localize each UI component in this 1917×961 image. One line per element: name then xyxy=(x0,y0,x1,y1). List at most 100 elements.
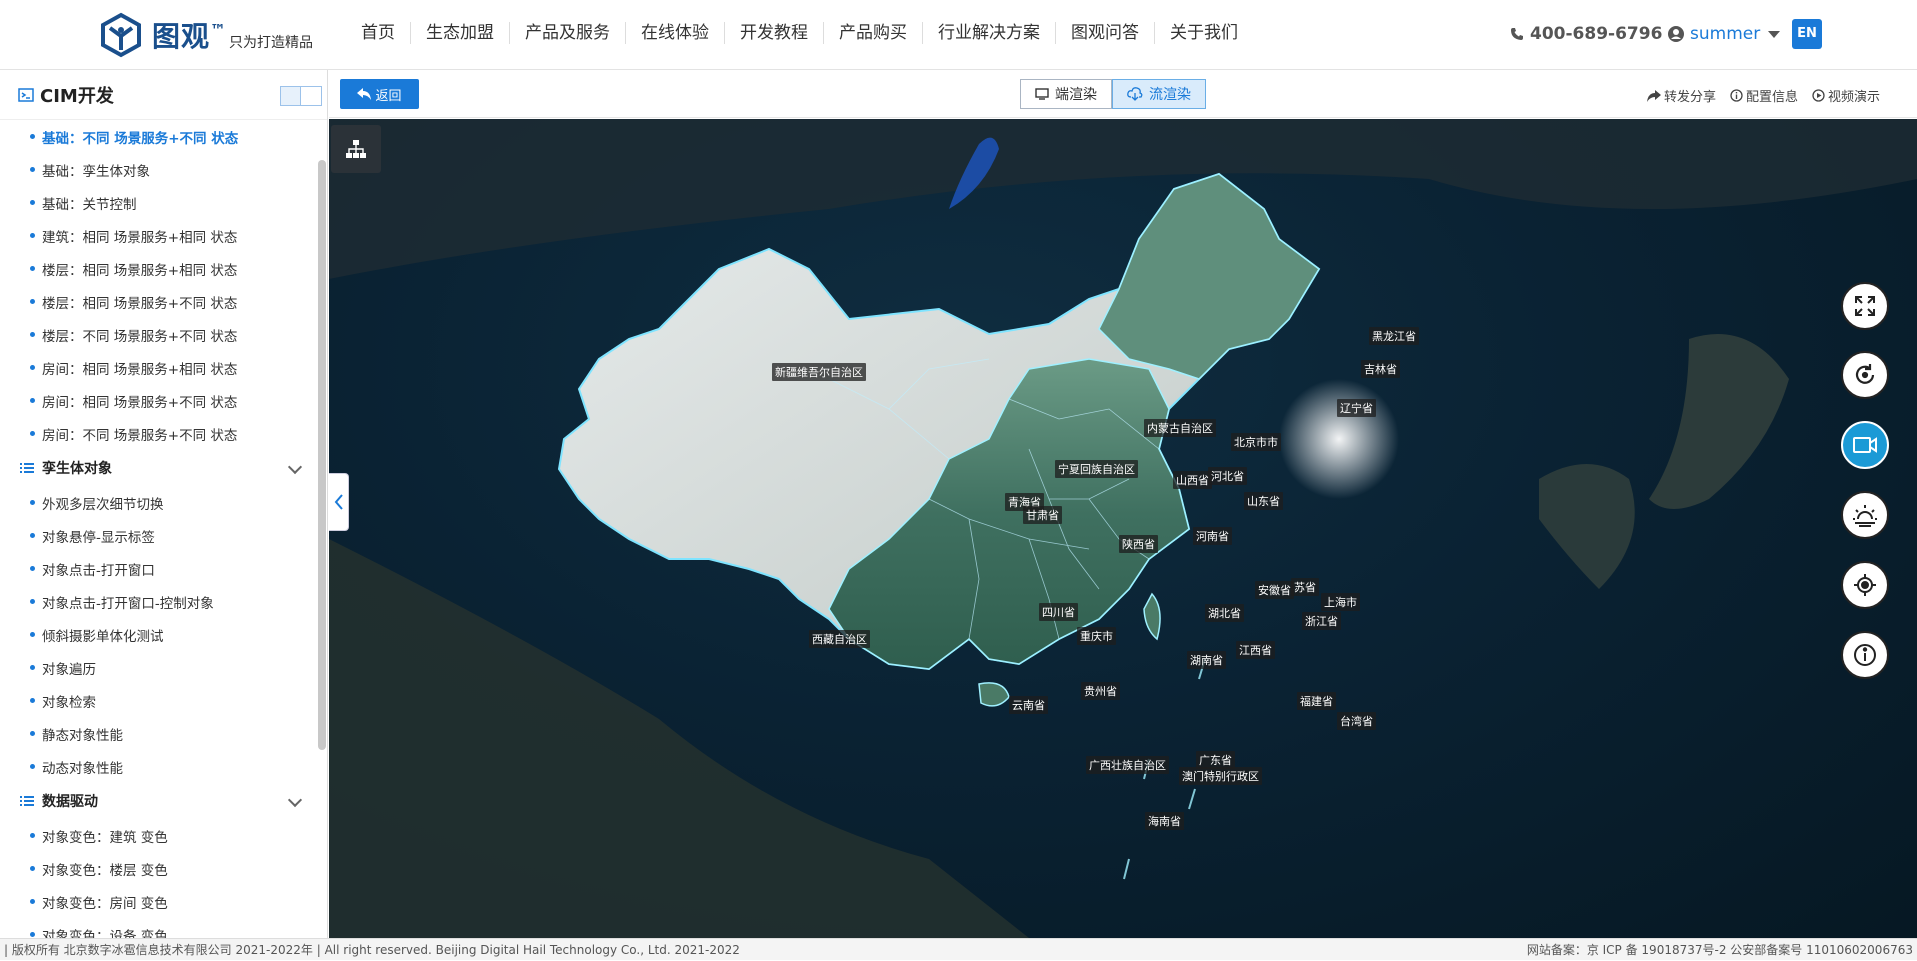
sidebar-item[interactable]: 对象点击-打开窗口 xyxy=(0,552,318,585)
sidebar-group-data-driven[interactable]: 数据驱动 xyxy=(0,783,318,819)
bullet-icon xyxy=(30,500,35,505)
bullet-icon xyxy=(30,764,35,769)
sidebar-item[interactable]: 基础：关节控制 xyxy=(0,186,318,219)
province-label[interactable]: 浙江省 xyxy=(1302,612,1341,630)
menu-item-qa[interactable]: 图观问答 xyxy=(1056,22,1155,44)
province-label[interactable]: 上海市 xyxy=(1321,593,1360,611)
sidebar-item[interactable]: 对象检索 xyxy=(0,684,318,717)
province-label[interactable]: 河北省 xyxy=(1208,467,1247,485)
chevron-down-icon xyxy=(287,459,303,475)
sidebar-item[interactable]: 基础：不同 场景服务+不同 状态 xyxy=(0,120,318,153)
province-label[interactable]: 广西壮族自治区 xyxy=(1086,756,1169,774)
province-label[interactable]: 澳门特别行政区 xyxy=(1179,767,1262,785)
sidebar-collapse-tab[interactable] xyxy=(329,473,349,531)
icp-record-text[interactable]: 网站备案：京 ICP 备 19018737号-2 公安部备案号 11010602… xyxy=(1527,939,1913,961)
province-label[interactable]: 台湾省 xyxy=(1337,712,1376,730)
sidebar-item[interactable]: 对象遍历 xyxy=(0,651,318,684)
sidebar-item[interactable]: 楼层：相同 场景服务+相同 状态 xyxy=(0,252,318,285)
sidebar-item[interactable]: 基础：孪生体对象 xyxy=(0,153,318,186)
province-label[interactable]: 湖北省 xyxy=(1205,604,1244,622)
weather-button[interactable] xyxy=(1841,491,1889,539)
sidebar-item[interactable]: 房间：不同 场景服务+不同 状态 xyxy=(0,417,318,450)
province-label[interactable]: 西藏自治区 xyxy=(809,630,870,648)
fullscreen-button[interactable] xyxy=(1841,282,1889,330)
sidebar-item[interactable]: 楼层：相同 场景服务+不同 状态 xyxy=(0,285,318,318)
province-label[interactable]: 重庆市 xyxy=(1077,627,1116,645)
config-info-link[interactable]: 配置信息 xyxy=(1730,86,1798,105)
menu-item-online-demo[interactable]: 在线体验 xyxy=(626,22,725,44)
brand-logo[interactable]: 图观™ 只为打造精品 xyxy=(98,12,313,58)
province-label[interactable]: 福建省 xyxy=(1297,692,1336,710)
video-demo-link[interactable]: 视频演示 xyxy=(1812,86,1880,105)
grid-view-icon[interactable] xyxy=(301,87,321,105)
province-label[interactable]: 海南省 xyxy=(1145,812,1184,830)
sidebar-item[interactable]: 外观多层次细节切换 xyxy=(0,486,318,519)
camera-button[interactable] xyxy=(1841,421,1889,469)
menu-item-tutorials[interactable]: 开发教程 xyxy=(725,22,824,44)
province-label[interactable]: 苏省 xyxy=(1291,578,1319,596)
province-label[interactable]: 贵州省 xyxy=(1081,682,1120,700)
province-label[interactable]: 内蒙古自治区 xyxy=(1144,419,1216,437)
reset-view-button[interactable] xyxy=(1841,351,1889,399)
menu-item-solutions[interactable]: 行业解决方案 xyxy=(923,22,1056,44)
weather-sunrise-icon xyxy=(1853,505,1877,527)
province-label[interactable]: 新疆维吾尔自治区 xyxy=(772,363,866,381)
province-label[interactable]: 四川省 xyxy=(1039,603,1078,621)
sidebar-item[interactable]: 对象变色：建筑 变色 xyxy=(0,819,318,852)
reply-arrow-icon xyxy=(357,88,372,100)
toolbar-links: 转发分享 配置信息 视频演示 xyxy=(1647,86,1894,105)
province-label[interactable]: 宁夏回族自治区 xyxy=(1055,460,1138,478)
user-menu[interactable]: summer xyxy=(1668,24,1781,44)
back-button[interactable]: 返回 xyxy=(340,79,419,109)
menu-item-ecosystem[interactable]: 生态加盟 xyxy=(411,22,510,44)
sidebar-item[interactable]: 楼层：不同 场景服务+不同 状态 xyxy=(0,318,318,351)
sidebar-item[interactable]: 倾斜摄影单体化测试 xyxy=(0,618,318,651)
province-label[interactable]: 湖南省 xyxy=(1187,651,1226,669)
province-label[interactable]: 云南省 xyxy=(1009,696,1048,714)
locate-button[interactable] xyxy=(1841,561,1889,609)
sidebar-item[interactable]: 对象悬停-显示标签 xyxy=(0,519,318,552)
menu-item-purchase[interactable]: 产品购买 xyxy=(824,22,923,44)
info-icon xyxy=(1854,644,1876,666)
menu-item-about[interactable]: 关于我们 xyxy=(1155,22,1253,44)
bullet-icon xyxy=(30,566,35,571)
province-label[interactable]: 辽宁省 xyxy=(1337,399,1376,417)
province-label[interactable]: 江西省 xyxy=(1236,641,1275,659)
sidebar-item[interactable]: 对象变色：设备 变色 xyxy=(0,918,318,938)
province-label[interactable]: 黑龙江省 xyxy=(1369,327,1419,345)
share-link[interactable]: 转发分享 xyxy=(1647,86,1716,105)
footer: | 版权所有 北京数字冰雹信息技术有限公司 2021-2022年 | All r… xyxy=(0,938,1917,960)
sidebar-item[interactable]: 对象变色：房间 变色 xyxy=(0,885,318,918)
main-menu: 首页 生态加盟 产品及服务 在线体验 开发教程 产品购买 行业解决方案 图观问答… xyxy=(346,22,1253,44)
menu-item-products[interactable]: 产品及服务 xyxy=(510,22,626,44)
province-label[interactable]: 陕西省 xyxy=(1119,535,1158,553)
province-label[interactable]: 北京市市 xyxy=(1231,433,1281,451)
sidebar-item[interactable]: 房间：相同 场景服务+不同 状态 xyxy=(0,384,318,417)
province-label[interactable]: 山西省 xyxy=(1173,471,1212,489)
province-label[interactable]: 山东省 xyxy=(1244,492,1283,510)
client-render-button[interactable]: 端渲染 xyxy=(1020,79,1112,109)
sidebar-group-twin-objects[interactable]: 孪生体对象 xyxy=(0,450,318,486)
province-label[interactable]: 河南省 xyxy=(1193,527,1232,545)
language-switch-button[interactable]: EN xyxy=(1792,19,1822,49)
sidebar-item[interactable]: 对象点击-打开窗口-控制对象 xyxy=(0,585,318,618)
view-mode-toggle[interactable] xyxy=(280,86,322,106)
sidebar-scrollbar[interactable] xyxy=(318,160,326,750)
menu-item-home[interactable]: 首页 xyxy=(346,22,411,44)
stream-render-button[interactable]: 流渲染 xyxy=(1112,79,1206,109)
sidebar-item[interactable]: 房间：相同 场景服务+相同 状态 xyxy=(0,351,318,384)
phone-text: 400-689-6796 xyxy=(1530,24,1663,44)
sidebar-item[interactable]: 对象变色：楼层 变色 xyxy=(0,852,318,885)
sidebar-item[interactable]: 静态对象性能 xyxy=(0,717,318,750)
info-button[interactable] xyxy=(1841,631,1889,679)
province-label[interactable]: 安徽省 xyxy=(1255,581,1294,599)
sidebar-title: CIM开发 xyxy=(40,85,114,107)
list-view-icon[interactable] xyxy=(281,87,301,105)
scene-tree-button[interactable] xyxy=(331,125,381,173)
sidebar-item[interactable]: 建筑：相同 场景服务+相同 状态 xyxy=(0,219,318,252)
sidebar-item[interactable]: 动态对象性能 xyxy=(0,750,318,783)
bullet-icon xyxy=(30,167,35,172)
province-label[interactable]: 吉林省 xyxy=(1361,360,1400,378)
province-label[interactable]: 甘肃省 xyxy=(1023,506,1062,524)
map-scene[interactable]: 新疆维吾尔自治区 西藏自治区 青海省 甘肃省 宁夏回族自治区 内蒙古自治区 黑龙… xyxy=(329,119,1917,938)
